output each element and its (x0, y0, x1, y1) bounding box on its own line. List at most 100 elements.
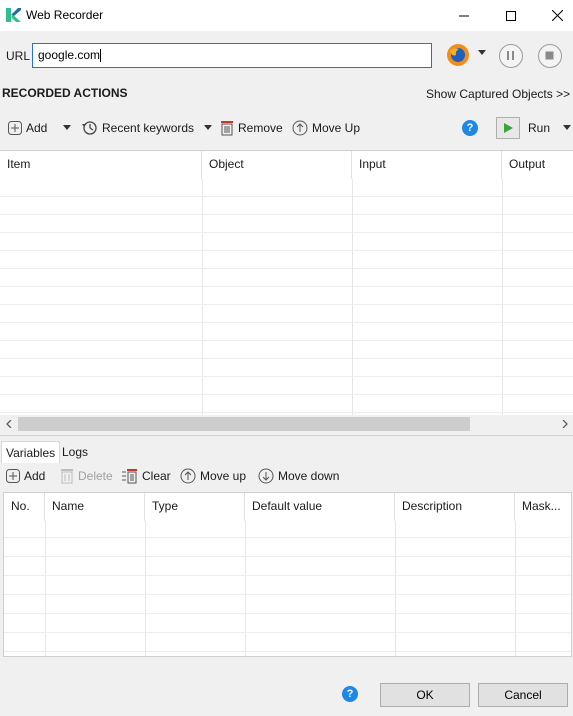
chevron-right-icon (562, 419, 568, 428)
scroll-left-button[interactable] (0, 415, 17, 432)
add-variable-button[interactable]: Add (6, 466, 45, 486)
arrow-up-icon (180, 468, 196, 484)
column-header-masked[interactable]: Mask... (515, 493, 571, 521)
move-up-variable-button[interactable]: Move up (180, 466, 246, 486)
remove-label: Remove (238, 121, 283, 135)
column-header-object[interactable]: Object (202, 151, 352, 179)
delete-variable-label: Delete (78, 469, 113, 483)
text-cursor (100, 49, 102, 63)
actions-table-header: Item Object Input Output (0, 151, 573, 179)
minimize-icon (459, 15, 469, 16)
variables-table: No. Name Type Default value Description … (3, 492, 572, 657)
move-down-variable-button[interactable]: Move down (258, 466, 339, 486)
divider (0, 435, 573, 436)
delete-variable-button[interactable]: Delete (60, 466, 113, 486)
move-up-label: Move Up (312, 121, 361, 135)
move-up-variable-label: Move up (200, 469, 247, 483)
grid-row-line (0, 376, 573, 377)
tab-variables[interactable]: Variables (1, 441, 61, 463)
grid-row-line (4, 537, 571, 538)
trash-icon (220, 120, 234, 136)
column-header-description[interactable]: Description (395, 493, 515, 521)
run-label[interactable]: Run (528, 121, 550, 135)
trash-icon (60, 468, 74, 484)
grid-row-line (0, 214, 573, 215)
grid-row-line (0, 340, 573, 341)
close-icon (551, 10, 563, 21)
grid-row-line (4, 613, 571, 614)
stop-icon (545, 51, 554, 60)
recorded-actions-heading: RECORDED ACTIONS (2, 86, 128, 100)
tab-logs[interactable]: Logs (58, 441, 92, 463)
recent-keywords-label: Recent keywords (102, 121, 195, 135)
clear-list-icon (122, 468, 138, 484)
grid-row-line (4, 575, 571, 576)
chevron-down-icon (478, 50, 486, 55)
url-input[interactable]: google.com (32, 43, 432, 68)
help-icon: ? (462, 120, 478, 136)
arrow-down-icon (258, 468, 274, 484)
grid-row-line (0, 358, 573, 359)
play-icon (504, 123, 513, 133)
grid-row-line (0, 322, 573, 323)
url-input-value: google.com (38, 48, 101, 62)
grid-row-line (0, 268, 573, 269)
browser-dropdown-button[interactable] (478, 50, 486, 55)
add-button[interactable]: Add (8, 118, 47, 138)
column-header-no[interactable]: No. (4, 493, 45, 521)
column-header-type[interactable]: Type (145, 493, 245, 521)
recent-keywords-dropdown-button[interactable] (204, 125, 212, 130)
history-icon (82, 120, 98, 136)
close-button[interactable] (534, 0, 573, 31)
move-down-variable-label: Move down (278, 469, 340, 483)
column-header-output[interactable]: Output (502, 151, 573, 179)
ok-button[interactable]: OK (380, 683, 470, 707)
katalon-logo-icon (4, 6, 22, 24)
clear-variables-button[interactable]: Clear (122, 466, 171, 486)
pause-button[interactable] (499, 44, 523, 68)
grid-row-line (0, 304, 573, 305)
remove-button[interactable]: Remove (220, 118, 283, 138)
scroll-right-button[interactable] (556, 415, 573, 432)
actions-table: Item Object Input Output (0, 150, 573, 416)
run-button[interactable] (496, 117, 520, 139)
grid-column-line (395, 521, 396, 656)
minimize-button[interactable] (441, 0, 487, 31)
footer-help-button[interactable]: ? (342, 686, 358, 702)
chevron-down-icon (63, 125, 71, 130)
chevron-left-icon (5, 419, 11, 428)
grid-row-line (4, 556, 571, 557)
column-header-name[interactable]: Name (45, 493, 145, 521)
grid-column-line (145, 521, 146, 656)
firefox-browser-icon[interactable] (446, 43, 470, 67)
stop-button[interactable] (538, 44, 562, 68)
scrollbar-thumb[interactable] (18, 417, 470, 431)
add-icon (8, 121, 22, 135)
url-label: URL (6, 49, 31, 63)
chevron-down-icon (204, 125, 212, 130)
pause-icon (507, 51, 514, 60)
grid-column-line (45, 521, 46, 656)
maximize-button[interactable] (488, 0, 534, 31)
add-dropdown-button[interactable] (63, 125, 71, 130)
grid-row-line (4, 632, 571, 633)
maximize-icon (506, 10, 516, 21)
grid-row-line (0, 394, 573, 395)
run-dropdown-button[interactable] (563, 125, 571, 130)
add-icon (6, 469, 20, 483)
add-label: Add (26, 121, 48, 135)
help-button[interactable]: ? (462, 120, 478, 136)
grid-row-line (0, 250, 573, 251)
cancel-button[interactable]: Cancel (478, 683, 568, 707)
clear-variables-label: Clear (142, 469, 171, 483)
show-captured-objects-link[interactable]: Show Captured Objects >> (426, 87, 570, 101)
column-header-item[interactable]: Item (0, 151, 202, 179)
column-header-default-value[interactable]: Default value (245, 493, 395, 521)
grid-row-line (0, 286, 573, 287)
grid-row-line (0, 196, 573, 197)
variables-table-header: No. Name Type Default value Description … (4, 493, 571, 521)
move-up-button[interactable]: Move Up (292, 118, 360, 138)
column-header-input[interactable]: Input (352, 151, 502, 179)
recent-keywords-button[interactable]: Recent keywords (82, 118, 194, 138)
grid-row-line (0, 412, 573, 413)
